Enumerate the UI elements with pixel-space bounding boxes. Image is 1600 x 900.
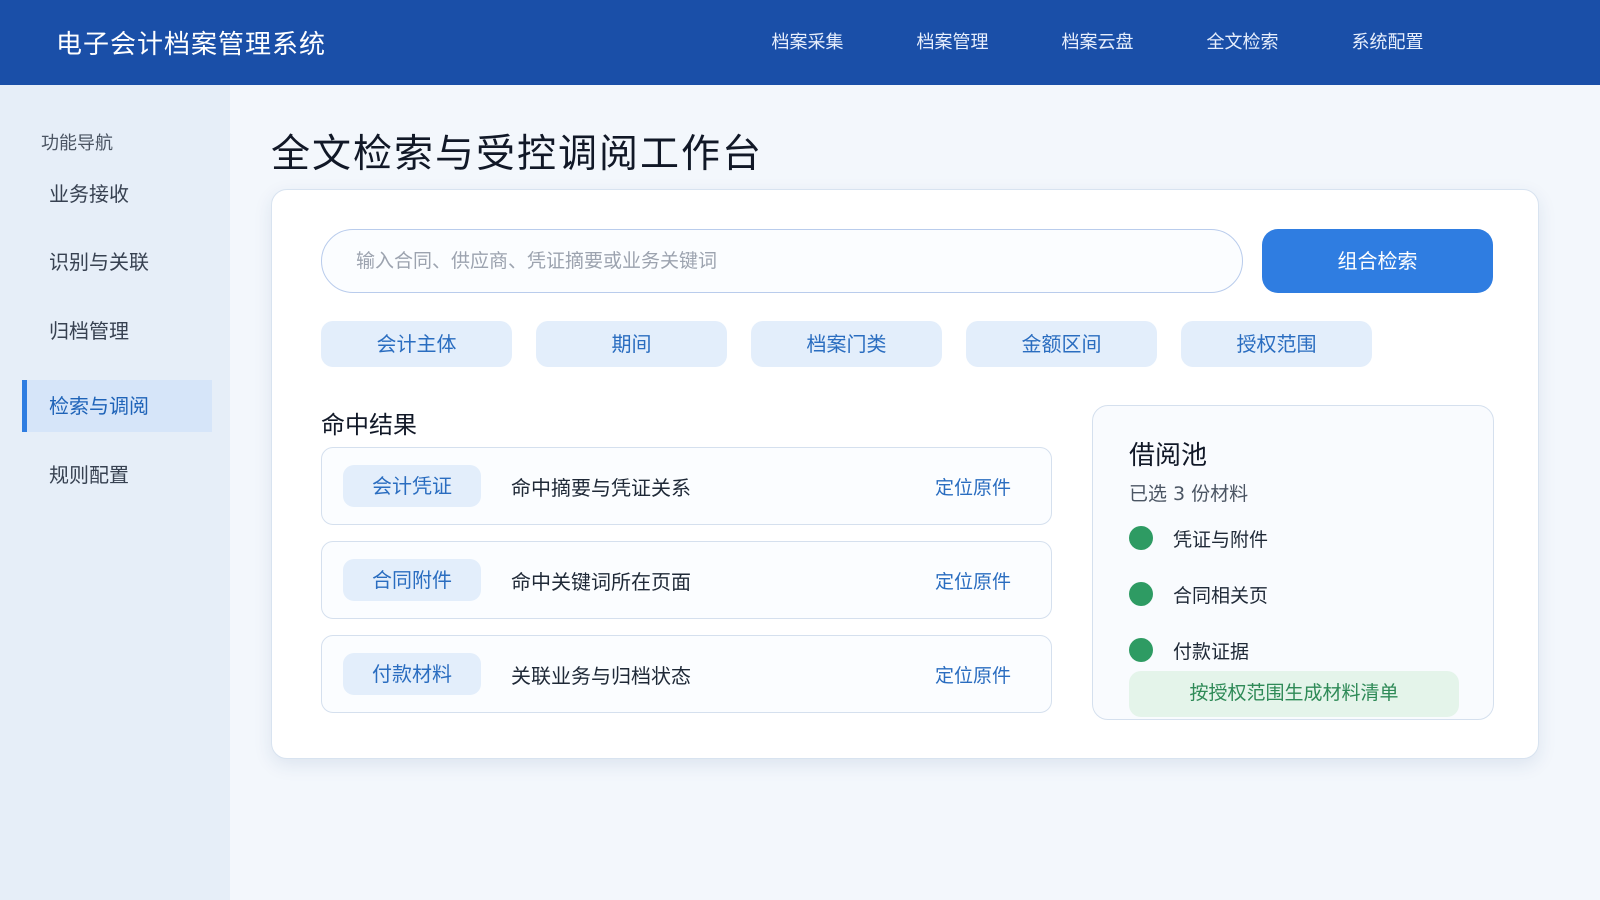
top-nav-item-system-config[interactable]: 系统配置 [1315, 28, 1460, 54]
result-description: 关联业务与归档状态 [511, 664, 691, 688]
result-description: 命中关键词所在页面 [511, 570, 691, 594]
top-nav-item-archive-collect[interactable]: 档案采集 [735, 28, 880, 54]
sidebar-heading: 功能导航 [41, 133, 113, 154]
top-nav-item-archive-cloud[interactable]: 档案云盘 [1025, 28, 1170, 54]
results-heading: 命中结果 [321, 411, 417, 439]
workbench-card: 输入合同、供应商、凭证摘要或业务关键词 组合检索 会计主体 期间 档案门类 金额… [271, 189, 1539, 759]
search-input[interactable]: 输入合同、供应商、凭证摘要或业务关键词 [321, 229, 1243, 293]
sidebar-item-rule-config[interactable]: 规则配置 [22, 449, 212, 501]
locate-original-link[interactable]: 定位原件 [935, 661, 1011, 688]
filter-chip-amount-range[interactable]: 金额区间 [966, 321, 1157, 367]
filter-chip-accounting-entity[interactable]: 会计主体 [321, 321, 512, 367]
app-title: 电子会计档案管理系统 [56, 30, 327, 60]
result-type-badge: 合同附件 [343, 559, 481, 601]
locate-original-link[interactable]: 定位原件 [935, 473, 1011, 500]
filter-row: 会计主体 期间 档案门类 金额区间 授权范围 [321, 321, 1372, 367]
result-description: 命中摘要与凭证关系 [511, 476, 691, 500]
top-nav-item-archive-manage[interactable]: 档案管理 [880, 28, 1025, 54]
borrow-pool-item: 凭证与附件 [1129, 525, 1268, 551]
top-nav: 档案采集 档案管理 档案云盘 全文检索 系统配置 [735, 28, 1460, 54]
borrow-pool-item-label: 付款证据 [1173, 640, 1250, 663]
borrow-pool-count: 已选 3 份材料 [1129, 483, 1249, 505]
generate-material-list-button[interactable]: 按授权范围生成材料清单 [1129, 671, 1459, 717]
result-row: 付款材料 关联业务与归档状态 定位原件 [321, 635, 1052, 713]
borrow-pool-item-label: 凭证与附件 [1173, 528, 1269, 551]
sidebar-item-archive-manage[interactable]: 归档管理 [22, 305, 212, 357]
borrow-pool-item-label: 合同相关页 [1173, 584, 1269, 607]
borrow-pool-item: 合同相关页 [1129, 581, 1268, 607]
sidebar-item-business-receive[interactable]: 业务接收 [22, 168, 212, 220]
result-row: 会计凭证 命中摘要与凭证关系 定位原件 [321, 447, 1052, 525]
borrow-pool-title: 借阅池 [1129, 441, 1208, 471]
filter-chip-archive-category[interactable]: 档案门类 [751, 321, 942, 367]
result-type-badge: 会计凭证 [343, 465, 481, 507]
borrow-pool-panel: 借阅池 已选 3 份材料 凭证与附件 合同相关页 付款证据 按授权范围生成材料清… [1092, 405, 1494, 720]
locate-original-link[interactable]: 定位原件 [935, 567, 1011, 594]
top-nav-item-fulltext-search[interactable]: 全文检索 [1170, 28, 1315, 54]
status-dot-icon [1129, 582, 1153, 606]
status-dot-icon [1129, 526, 1153, 550]
combined-search-button[interactable]: 组合检索 [1262, 229, 1493, 293]
top-header: 电子会计档案管理系统 档案采集 档案管理 档案云盘 全文检索 系统配置 [0, 0, 1600, 85]
sidebar-item-identify-link[interactable]: 识别与关联 [22, 236, 212, 288]
result-row: 合同附件 命中关键词所在页面 定位原件 [321, 541, 1052, 619]
sidebar: 功能导航 业务接收 识别与关联 归档管理 检索与调阅 规则配置 [0, 85, 230, 900]
status-dot-icon [1129, 638, 1153, 662]
filter-chip-auth-scope[interactable]: 授权范围 [1181, 321, 1372, 367]
result-type-badge: 付款材料 [343, 653, 481, 695]
page-title: 全文检索与受控调阅工作台 [271, 132, 764, 177]
filter-chip-period[interactable]: 期间 [536, 321, 727, 367]
sidebar-item-search-access[interactable]: 检索与调阅 [22, 380, 212, 432]
borrow-pool-item: 付款证据 [1129, 637, 1249, 663]
